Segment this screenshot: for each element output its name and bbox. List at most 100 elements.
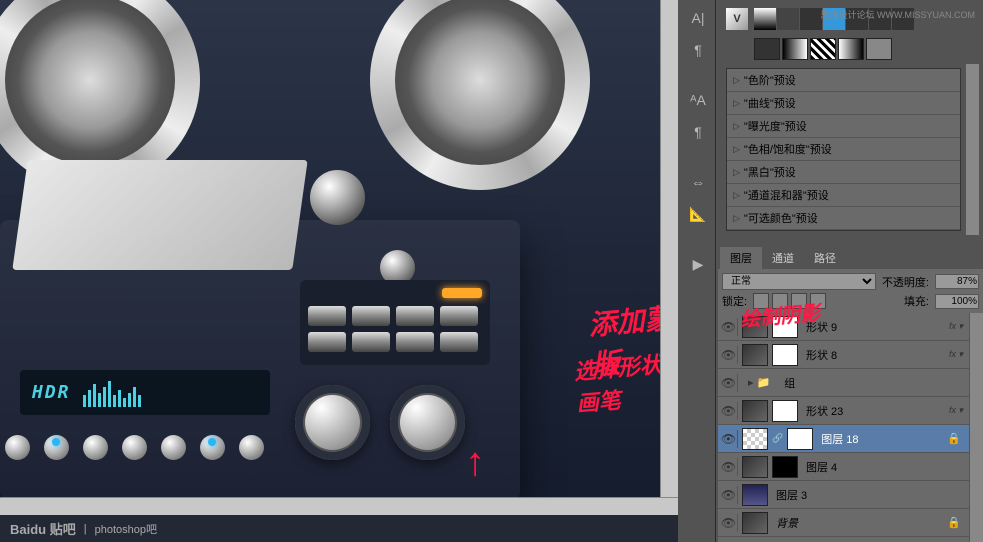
layer-fx-badge[interactable]: fx ▾ bbox=[949, 349, 967, 360]
layer-row[interactable]: 👁 ▸ 📁 组 bbox=[718, 369, 969, 397]
layer-mask-thumbnail[interactable] bbox=[772, 344, 798, 366]
equalizer-bars bbox=[83, 379, 141, 407]
deck-top-plate bbox=[12, 160, 307, 270]
tape-deck: HDR bbox=[0, 220, 520, 500]
preset-list: "色阶"预设 "曲线"预设 "曝光度"预设 "色相/饱和度"预设 "黑白"预设 … bbox=[726, 68, 961, 231]
layer-name[interactable]: 形状 9 bbox=[802, 319, 945, 335]
ruler-icon[interactable]: 📐 bbox=[686, 202, 710, 226]
character-panel-icon[interactable]: ᴬA bbox=[686, 88, 710, 112]
preset-item-channel[interactable]: "通道混和器"预设 bbox=[727, 184, 960, 207]
visibility-toggle-icon[interactable]: 👁 bbox=[720, 374, 738, 392]
preset-item-levels[interactable]: "色阶"预设 bbox=[727, 69, 960, 92]
tab-layers[interactable]: 图层 bbox=[720, 247, 762, 269]
layer-mask-thumbnail[interactable] bbox=[772, 400, 798, 422]
layer-name[interactable]: 形状 8 bbox=[802, 347, 945, 363]
canvas-scrollbar-horizontal[interactable] bbox=[0, 497, 678, 515]
measure-icon[interactable]: ⇔ bbox=[686, 170, 710, 194]
layer-mask-thumbnail[interactable] bbox=[787, 428, 813, 450]
layer-row[interactable]: 👁 图层 4 bbox=[718, 453, 969, 481]
layer-thumbnail[interactable] bbox=[742, 428, 768, 450]
footer-board-link[interactable]: photoshop吧 bbox=[95, 521, 157, 537]
layers-scrollbar[interactable] bbox=[969, 313, 983, 542]
preset-scrollbar[interactable] bbox=[965, 64, 979, 235]
visibility-toggle-icon[interactable]: 👁 bbox=[720, 514, 738, 532]
layer-thumbnail[interactable] bbox=[742, 400, 768, 422]
layer-name[interactable]: 图层 4 bbox=[802, 459, 967, 475]
watermark-text: 思缘设计论坛 WWW.MISSYUAN.COM bbox=[821, 8, 976, 21]
tab-channels[interactable]: 通道 bbox=[762, 247, 804, 269]
adj-curves-icon[interactable] bbox=[777, 8, 799, 30]
opacity-input[interactable] bbox=[935, 274, 979, 289]
fill-input[interactable] bbox=[935, 294, 979, 309]
footer-separator: | bbox=[84, 523, 87, 535]
led-indicator bbox=[442, 288, 482, 298]
layer-row[interactable]: 👁 背景 🔒 bbox=[718, 509, 969, 537]
layer-row[interactable]: 👁 形状 23 fx ▾ bbox=[718, 397, 969, 425]
layer-row[interactable]: 👁 图层 3 bbox=[718, 481, 969, 509]
paragraph-icon[interactable]: ¶ bbox=[686, 38, 710, 62]
volume-dial-2 bbox=[390, 385, 465, 460]
layer-name[interactable]: 图层 18 bbox=[817, 431, 943, 447]
hdr-text: HDR bbox=[32, 382, 71, 403]
canvas-scrollbar-vertical[interactable] bbox=[660, 0, 678, 515]
preset-item-bw[interactable]: "黑白"预设 bbox=[727, 161, 960, 184]
visibility-toggle-icon[interactable]: 👁 bbox=[720, 402, 738, 420]
fill-label: 填充: bbox=[904, 293, 929, 309]
blend-mode-select[interactable]: 正常 bbox=[722, 273, 876, 290]
layer-name[interactable]: 组 bbox=[780, 375, 967, 391]
adj-selective-icon[interactable] bbox=[866, 38, 892, 60]
large-knob bbox=[310, 170, 365, 225]
layer-mask-thumbnail[interactable] bbox=[772, 456, 798, 478]
group-toggle-icon[interactable]: ▸ 📁 bbox=[742, 376, 776, 389]
adjustment-icons-row2 bbox=[750, 34, 979, 64]
bottom-knob-row bbox=[5, 435, 264, 460]
visibility-toggle-icon[interactable]: 👁 bbox=[720, 346, 738, 364]
adj-icon-v[interactable]: V bbox=[726, 8, 748, 30]
adj-posterize-icon[interactable] bbox=[782, 38, 808, 60]
layer-thumbnail[interactable] bbox=[742, 512, 768, 534]
footer-logo[interactable]: Baidu 贴吧 bbox=[10, 519, 76, 538]
visibility-toggle-icon[interactable]: 👁 bbox=[720, 430, 738, 448]
layer-name[interactable]: 图层 3 bbox=[772, 487, 967, 503]
preset-item-exposure[interactable]: "曝光度"预设 bbox=[727, 115, 960, 138]
layer-row[interactable]: 👁 🔗 图层 18 🔒 bbox=[718, 425, 969, 453]
layer-fx-badge[interactable]: fx ▾ bbox=[949, 321, 967, 332]
lcd-display: HDR bbox=[20, 370, 270, 415]
tab-paths[interactable]: 路径 bbox=[804, 247, 846, 269]
artwork: HDR ↑ 添加蒙版 选择形状画笔 bbox=[0, 0, 678, 515]
volume-dial-1 bbox=[295, 385, 370, 460]
layers-panel-tabs: 图层 通道 路径 bbox=[718, 245, 983, 269]
layer-thumbnail[interactable] bbox=[742, 484, 768, 506]
paragraph-panel-icon[interactable]: ¶ bbox=[686, 120, 710, 144]
preset-item-curves[interactable]: "曲线"预设 bbox=[727, 92, 960, 115]
adjustments-panel: 思缘设计论坛 WWW.MISSYUAN.COM V "色阶"预设 " bbox=[718, 0, 983, 239]
layer-link-icon[interactable]: 🔗 bbox=[772, 433, 783, 444]
footer-bar: Baidu 贴吧 | photoshop吧 bbox=[0, 515, 678, 542]
preset-item-hue[interactable]: "色相/饱和度"预设 bbox=[727, 138, 960, 161]
preset-item-selective[interactable]: "可选颜色"预设 bbox=[727, 207, 960, 230]
text-tool-icon[interactable]: A| bbox=[686, 6, 710, 30]
layer-thumbnail[interactable] bbox=[742, 456, 768, 478]
adj-gradient-icon[interactable] bbox=[838, 38, 864, 60]
right-panels: 思缘设计论坛 WWW.MISSYUAN.COM V "色阶"预设 " bbox=[718, 0, 983, 542]
visibility-toggle-icon[interactable]: 👁 bbox=[720, 458, 738, 476]
layer-name[interactable]: 背景 bbox=[772, 515, 943, 531]
adj-levels-icon[interactable] bbox=[754, 8, 776, 30]
button-panel bbox=[300, 280, 490, 365]
layer-fx-badge[interactable]: fx ▾ bbox=[949, 405, 967, 416]
visibility-toggle-icon[interactable]: 👁 bbox=[720, 486, 738, 504]
layer-list: 👁 形状 9 fx ▾ 👁 形状 8 fx ▾ 👁 ▸ 📁 组 bbox=[718, 313, 969, 542]
vertical-toolbar: A| ¶ ᴬA ¶ ⇔ 📐 ▶ bbox=[682, 0, 716, 542]
visibility-toggle-icon[interactable]: 👁 bbox=[720, 318, 738, 336]
tape-reel-right bbox=[340, 0, 620, 220]
lock-icon: 🔒 bbox=[947, 432, 967, 445]
layer-thumbnail[interactable] bbox=[742, 344, 768, 366]
layer-row[interactable]: 👁 形状 8 fx ▾ bbox=[718, 341, 969, 369]
play-icon[interactable]: ▶ bbox=[686, 252, 710, 276]
adj-exposure-icon[interactable] bbox=[800, 8, 822, 30]
adj-threshold-icon[interactable] bbox=[810, 38, 836, 60]
layer-name[interactable]: 形状 23 bbox=[802, 403, 945, 419]
adj-invert-icon[interactable] bbox=[754, 38, 780, 60]
canvas-area[interactable]: HDR ↑ 添加蒙版 选择形状画笔 bbox=[0, 0, 678, 515]
annotation-arrow-1: ↑ bbox=[465, 440, 485, 485]
